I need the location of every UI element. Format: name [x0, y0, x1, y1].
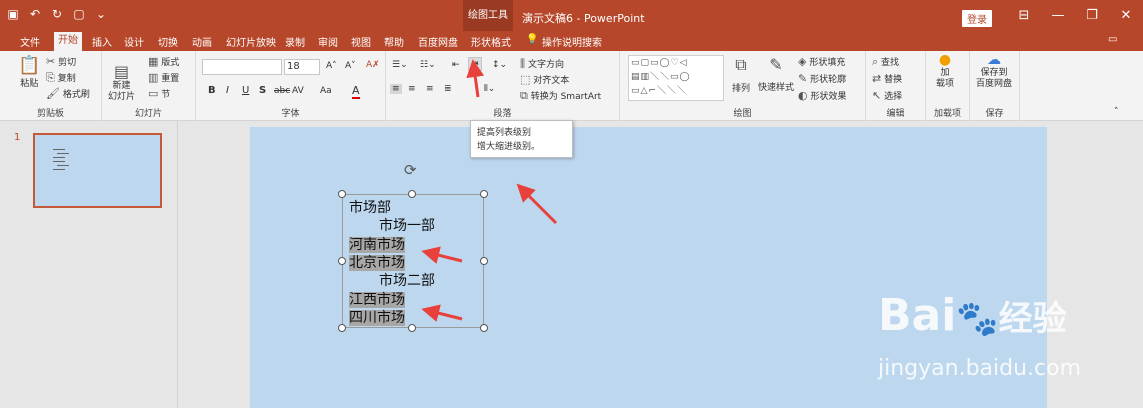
- baidu-watermark-logo: Bai🐾经验: [878, 290, 1067, 341]
- baidu-watermark-url: jingyan.baidu.com: [878, 356, 1082, 381]
- annotation-arrows: [421, 59, 558, 322]
- paw-icon: 🐾: [956, 299, 999, 339]
- arrow-to-tooltip: [516, 183, 558, 225]
- arrow-to-indent: [466, 59, 485, 98]
- arrow-to-selection-2: [421, 304, 463, 322]
- arrow-to-selection-1: [421, 246, 463, 264]
